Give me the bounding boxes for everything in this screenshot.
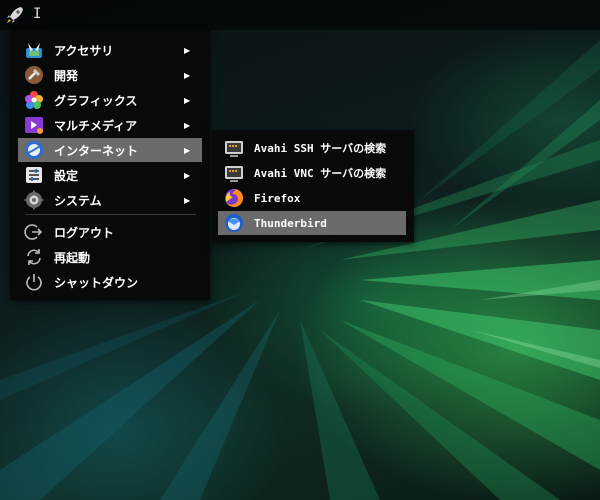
menu-item-restart[interactable]: 再起動 xyxy=(18,245,202,269)
internet-icon xyxy=(25,141,43,159)
text-cursor: I xyxy=(33,6,42,22)
menu-item-logout[interactable]: ログアウト xyxy=(18,220,202,244)
menu-separator xyxy=(26,214,196,215)
rocket-launcher-icon[interactable] xyxy=(4,4,26,26)
submenu-item-label: Avahi VNC サーバの検索 xyxy=(254,167,387,180)
menu-item-system[interactable]: システム ▶ xyxy=(18,188,202,212)
submenu-item-thunderbird[interactable]: Thunderbird xyxy=(218,211,406,235)
submenu-item-label: Firefox xyxy=(254,191,301,205)
menu-item-label: シャットダウン xyxy=(54,275,139,290)
multimedia-icon xyxy=(25,117,43,134)
menu-item-settings[interactable]: 設定 ▶ xyxy=(18,163,202,187)
top-panel: I xyxy=(0,0,600,30)
menu-item-label: グラフィックス xyxy=(54,93,138,108)
firefox-icon xyxy=(225,188,244,207)
settings-icon xyxy=(26,167,42,183)
menu-item-label: アクセサリ xyxy=(54,43,114,58)
application-menu: アクセサリ ▶ 開発 ▶ グラフィックス ▶ マルチメディア ▶ インターネット… xyxy=(10,30,210,300)
menu-item-label: 再起動 xyxy=(54,250,91,265)
submenu-arrow-icon: ▶ xyxy=(184,95,191,105)
menu-item-label: マルチメディア xyxy=(54,118,138,133)
network-server-icon xyxy=(225,166,243,182)
submenu-arrow-icon: ▶ xyxy=(184,120,191,130)
submenu-item-label: Avahi SSH サーバの検索 xyxy=(254,142,387,155)
submenu-item-label: Thunderbird xyxy=(254,216,327,230)
submenu-item-avahi-vnc[interactable]: Avahi VNC サーバの検索 xyxy=(218,161,406,185)
menu-item-internet[interactable]: インターネット ▶ xyxy=(18,138,202,162)
submenu-arrow-icon: ▶ xyxy=(184,195,191,205)
graphics-icon xyxy=(25,91,43,109)
accessories-icon xyxy=(26,43,42,58)
menu-item-graphics[interactable]: グラフィックス ▶ xyxy=(18,88,202,112)
menu-item-label: インターネット xyxy=(54,143,139,158)
internet-submenu: Avahi SSH サーバの検索 Avahi VNC サーバの検索 Firefo… xyxy=(212,130,414,242)
network-server-icon xyxy=(225,141,243,157)
menu-item-label: ログアウト xyxy=(54,225,115,240)
menu-item-shutdown[interactable]: シャットダウン xyxy=(18,270,202,294)
system-icon xyxy=(24,190,44,210)
menu-item-label: 設定 xyxy=(54,168,79,183)
menu-item-accessories[interactable]: アクセサリ ▶ xyxy=(18,38,202,62)
menu-item-label: システム xyxy=(54,193,102,208)
menu-item-label: 開発 xyxy=(54,68,79,83)
restart-icon xyxy=(27,249,41,265)
thunderbird-icon xyxy=(225,214,243,232)
menu-item-development[interactable]: 開発 ▶ xyxy=(18,63,202,87)
development-icon xyxy=(25,66,43,84)
logout-icon xyxy=(24,224,43,240)
shutdown-icon xyxy=(26,274,42,291)
submenu-item-avahi-ssh[interactable]: Avahi SSH サーバの検索 xyxy=(218,136,406,160)
submenu-arrow-icon: ▶ xyxy=(184,70,191,80)
submenu-arrow-icon: ▶ xyxy=(184,145,191,155)
submenu-arrow-icon: ▶ xyxy=(184,45,191,55)
submenu-item-firefox[interactable]: Firefox xyxy=(218,186,406,210)
submenu-arrow-icon: ▶ xyxy=(184,170,191,180)
menu-item-multimedia[interactable]: マルチメディア ▶ xyxy=(18,113,202,137)
